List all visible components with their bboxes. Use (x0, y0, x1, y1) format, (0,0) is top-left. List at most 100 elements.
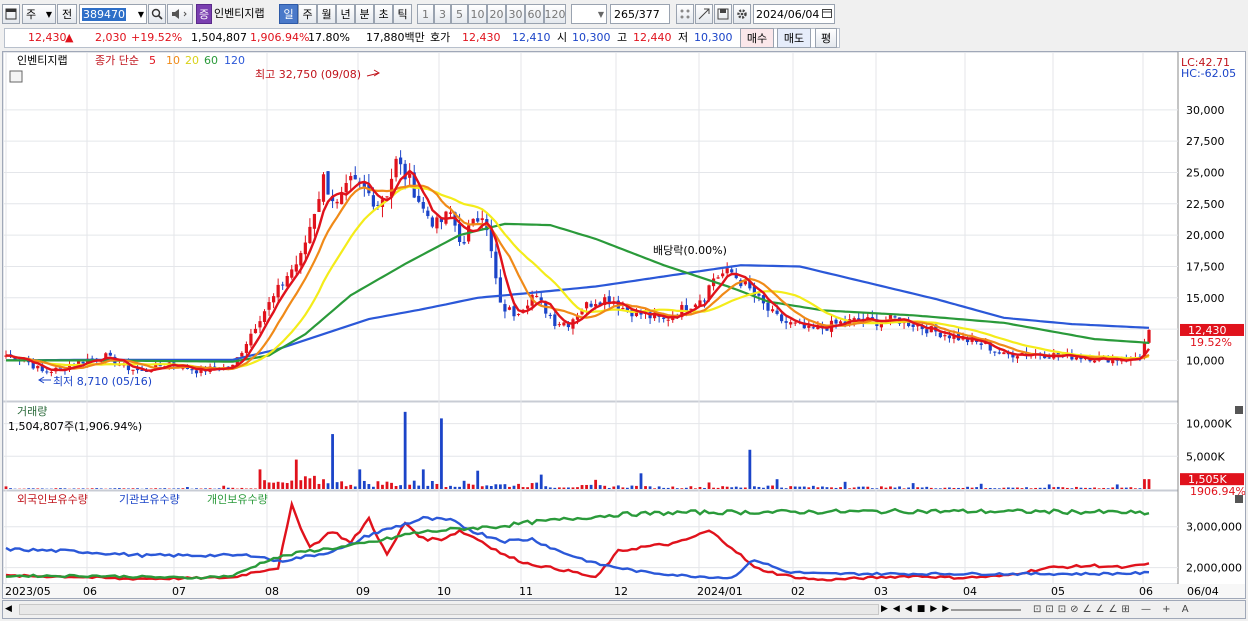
grid-icon[interactable] (676, 4, 694, 24)
candle-145 (662, 317, 666, 319)
period-tab-6[interactable]: 틱 (393, 4, 412, 24)
drawing-tools[interactable]: ⊡⊡⊡⊘∠∠∠⊞ — + A (1033, 603, 1193, 616)
period-tab-4[interactable]: 분 (355, 4, 374, 24)
period-tab-3[interactable]: 년 (336, 4, 355, 24)
volume-bar-26 (122, 488, 126, 489)
candle-93 (426, 210, 430, 217)
period-tab-2[interactable]: 월 (317, 4, 336, 24)
volume-bar-81 (371, 486, 375, 489)
volume-bar-241 (1097, 488, 1101, 489)
minute-tab-20[interactable]: 20 (487, 4, 506, 24)
save-icon[interactable] (714, 4, 732, 24)
crosshair-icon[interactable] (695, 4, 713, 24)
x-tick-10: 03 (874, 585, 888, 598)
high-annotation: 최고 32,750 (09/08) (255, 68, 361, 81)
candle-94 (430, 217, 434, 227)
search-icon[interactable] (148, 4, 166, 24)
volume-bar-202 (920, 487, 924, 489)
zoom-slider[interactable] (951, 609, 1021, 611)
volume-bar-102 (467, 483, 471, 489)
window-menu-icon[interactable] (2, 4, 20, 24)
date-input[interactable]: 2024/06/04 (753, 4, 835, 24)
date-value: 2024/06/04 (756, 7, 820, 21)
period-tab-5[interactable]: 초 (374, 4, 393, 24)
buy-button[interactable]: 매수 (740, 28, 774, 48)
holding-line-0 (5, 499, 1150, 582)
volume-bar-84 (385, 481, 389, 489)
minute-tab-10[interactable]: 10 (468, 4, 487, 24)
volume-bar-74 (340, 481, 344, 489)
volume-bar-218 (993, 488, 997, 489)
chart-area[interactable]: 인벤티지랩 종가 단순 5 10 20 60 120 최고 32,750 (09… (2, 51, 1246, 599)
volume-bar-177 (807, 487, 811, 489)
volume-bar-58 (267, 482, 271, 489)
speaker-icon[interactable] (167, 4, 193, 24)
market-select[interactable]: 주 ▼ (22, 4, 56, 24)
calendar-icon (822, 8, 832, 21)
x-tick-1: 06 (83, 585, 97, 598)
volume-bar-136 (621, 487, 625, 489)
volume-bar-132 (603, 485, 607, 489)
candle-157 (716, 277, 720, 279)
chart-svg[interactable]: 인벤티지랩 종가 단순 5 10 20 60 120 최고 32,750 (09… (2, 51, 1246, 598)
prev-button[interactable]: 전 (57, 4, 77, 24)
volume-bar-246 (1120, 487, 1124, 489)
dividend-annotation: 배당락(0.00%) (653, 244, 727, 257)
eval-button[interactable]: 평 (815, 28, 837, 48)
volume-bar-242 (1102, 487, 1106, 489)
volume-bar-97 (444, 487, 448, 489)
table-icon[interactable] (9, 70, 23, 83)
candle-86 (394, 158, 398, 178)
volume-bar-189 (861, 486, 865, 489)
x-tick-13: 06 (1139, 585, 1153, 598)
period-tab-0[interactable]: 일 (279, 4, 298, 24)
minute-tab-30[interactable]: 30 (506, 4, 525, 24)
volume-bar-71 (326, 483, 330, 489)
gear-icon[interactable] (733, 4, 751, 24)
market-select-label: 주 (26, 8, 37, 21)
count-display[interactable]: 265/377 (610, 4, 670, 24)
sell-button[interactable]: 매도 (777, 28, 811, 48)
volume-bar-124 (567, 487, 570, 489)
x-tick-3: 08 (265, 585, 279, 598)
volume-bar-240 (1093, 487, 1096, 489)
volume-bar-237 (1079, 487, 1083, 489)
candle-84 (385, 196, 389, 198)
turnover-rate: 17.80% (308, 31, 350, 44)
scroll-left-icon[interactable]: ◀ (5, 603, 17, 616)
playback-controls[interactable]: ▶◀◀■▶▶ (881, 603, 954, 616)
candle-54 (249, 333, 253, 346)
volume-bar-35 (163, 488, 167, 489)
volume-bar-151 (689, 486, 693, 489)
volume-bar-213 (970, 487, 974, 489)
candle-128 (584, 302, 589, 309)
minute-tab-120[interactable]: 120 (544, 4, 566, 24)
price-tick-6: 15,000 (1186, 292, 1225, 305)
period-tab-1[interactable]: 주 (298, 4, 317, 24)
candle-113 (516, 313, 521, 315)
volume-bar-77 (353, 486, 357, 489)
volume-panel-frame (2, 401, 1179, 491)
minute-tab-3[interactable]: 3 (434, 4, 451, 24)
volume-bar-94 (430, 480, 434, 489)
candle-133 (607, 296, 611, 303)
code-input[interactable]: 389470 ▼ (79, 4, 147, 24)
bid-label: 호가 (430, 31, 451, 44)
volume-bar-135 (616, 485, 620, 489)
volume-bar-114 (521, 487, 525, 489)
ma10-label: 10 (166, 54, 180, 67)
volume-bar-6 (31, 488, 35, 489)
volume-bar-168 (766, 485, 770, 489)
volume-bar-164 (748, 449, 752, 489)
volume-bar-45 (208, 488, 212, 489)
scroll-track[interactable] (19, 604, 879, 615)
minute-tab-5[interactable]: 5 (451, 4, 468, 24)
minute-custom-select[interactable]: ▼ (571, 4, 607, 24)
volume-bar-171 (780, 487, 784, 489)
minute-tab-60[interactable]: 60 (525, 4, 544, 24)
candles (4, 150, 1151, 378)
minute-tab-1[interactable]: 1 (417, 4, 434, 24)
candle-76 (349, 176, 353, 181)
volume-bar-138 (630, 485, 634, 489)
volume-bar-134 (612, 486, 616, 489)
